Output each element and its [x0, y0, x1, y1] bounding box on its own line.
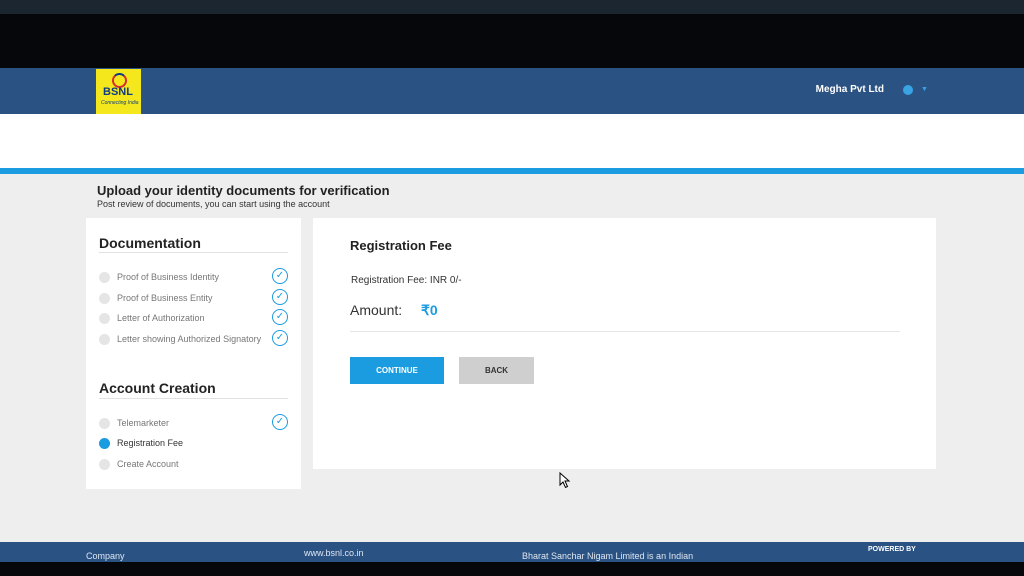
- step-label: Create Account: [117, 459, 179, 469]
- check-icon: ✓: [272, 289, 288, 305]
- section-divider: [99, 252, 288, 253]
- account-creation-title: Account Creation: [99, 380, 216, 396]
- step-dot: [99, 334, 110, 345]
- logo-tagline: Connecting India: [101, 100, 139, 106]
- page-subtitle: Post review of documents, you can start …: [97, 199, 330, 209]
- user-name[interactable]: Megha Pvt Ltd: [780, 84, 884, 95]
- step-label: Letter showing Authorized Signatory: [117, 334, 262, 344]
- step-dot: [99, 459, 110, 470]
- user-avatar-icon[interactable]: [903, 85, 913, 95]
- registration-fee-title: Registration Fee: [350, 238, 452, 253]
- banner-area: [0, 114, 1024, 168]
- footer-url-link[interactable]: www.bsnl.co.in: [304, 548, 364, 558]
- step-label: Letter of Authorization: [117, 313, 205, 323]
- footer-company-link[interactable]: Company: [86, 551, 125, 561]
- page-title: Upload your identity documents for verif…: [97, 183, 390, 198]
- step-label: Proof of Business Identity: [117, 272, 220, 282]
- footer-description: Bharat Sanchar Nigam Limited is an India…: [522, 551, 694, 561]
- window-strip: [0, 0, 1024, 14]
- video-letterbox-bottom: [0, 562, 1024, 576]
- step-letter-authorization[interactable]: Letter of Authorization ✓: [99, 309, 294, 326]
- step-telemarketer[interactable]: Telemarketer ✓: [99, 414, 294, 431]
- step-dot: [99, 313, 110, 324]
- logo-text: BSNL: [103, 86, 133, 98]
- continue-button[interactable]: CONTINUE: [350, 357, 444, 384]
- step-label: Proof of Business Entity: [117, 293, 213, 303]
- registration-fee-text: Registration Fee: INR 0/-: [351, 275, 462, 286]
- registration-fee-panel: [313, 218, 936, 469]
- divider: [350, 331, 900, 332]
- back-button[interactable]: BACK: [459, 357, 534, 384]
- check-icon: ✓: [272, 309, 288, 325]
- check-icon: ✓: [272, 268, 288, 284]
- check-icon: ✓: [272, 414, 288, 430]
- step-dot: [99, 293, 110, 304]
- step-dot: [99, 418, 110, 429]
- chevron-down-icon[interactable]: ▼: [921, 86, 928, 93]
- mouse-cursor-icon: [559, 472, 571, 489]
- step-authorized-signatory[interactable]: Letter showing Authorized Signatory ✓: [99, 330, 294, 347]
- step-proof-business-entity[interactable]: Proof of Business Entity ✓: [99, 289, 294, 306]
- step-dot-active: [99, 438, 110, 449]
- step-create-account[interactable]: Create Account: [99, 456, 294, 472]
- amount-label: Amount:: [350, 302, 403, 318]
- step-label: Registration Fee: [117, 438, 184, 448]
- documentation-title: Documentation: [99, 235, 201, 251]
- amount-value: ₹0: [421, 302, 438, 318]
- step-label: Telemarketer: [117, 418, 170, 428]
- step-proof-business-identity[interactable]: Proof of Business Identity ✓: [99, 268, 294, 285]
- section-divider: [99, 398, 288, 399]
- check-icon: ✓: [272, 330, 288, 346]
- video-letterbox-top: [0, 0, 1024, 68]
- bsnl-logo[interactable]: BSNL Connecting India: [96, 69, 141, 114]
- powered-by-label: POWERED BY: [868, 546, 916, 553]
- step-registration-fee[interactable]: Registration Fee: [99, 435, 294, 451]
- step-dot: [99, 272, 110, 283]
